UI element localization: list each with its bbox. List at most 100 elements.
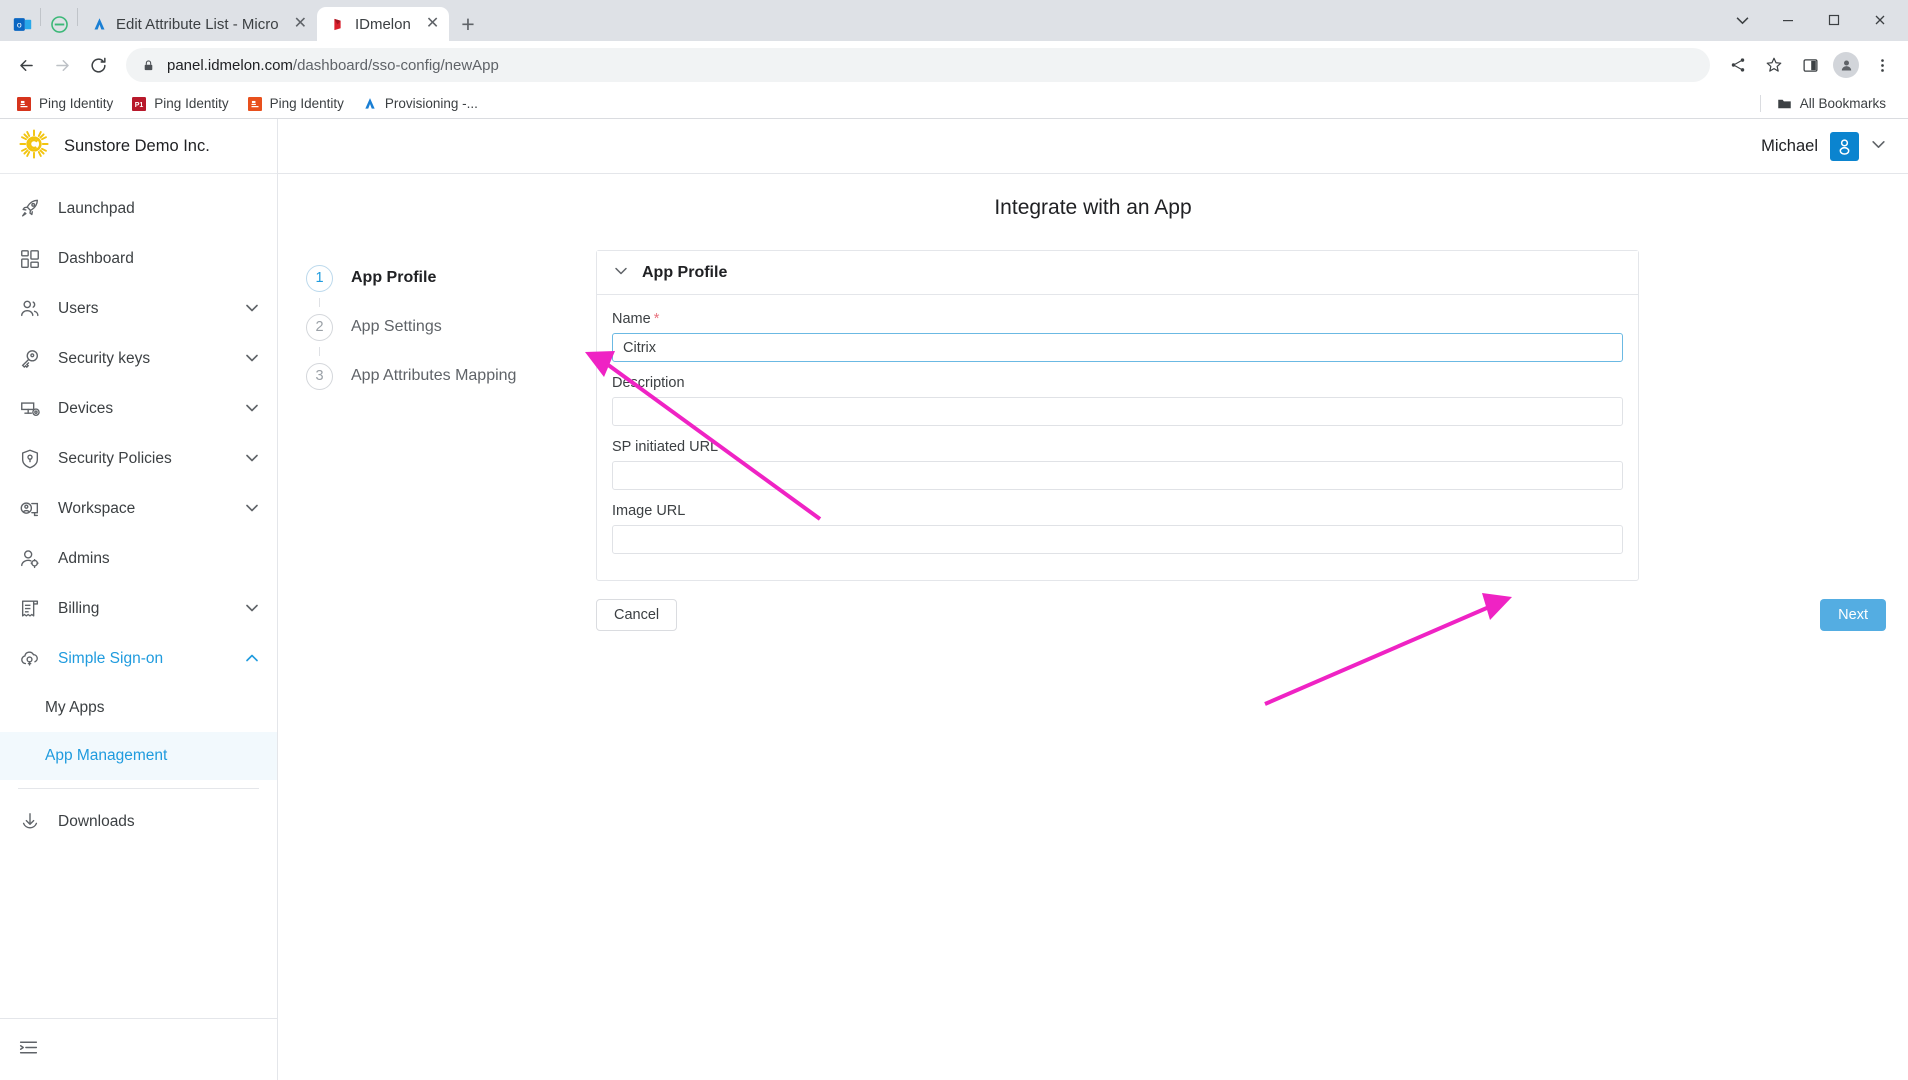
sidebar-item-label: Launchpad — [58, 200, 135, 217]
field-name: Name * — [612, 311, 1623, 362]
close-icon[interactable]: ✕ — [426, 16, 439, 32]
share-icon[interactable] — [1722, 49, 1754, 81]
chevron-down-icon[interactable] — [245, 401, 259, 418]
signon-icon — [18, 647, 42, 671]
sidebar-nav: Launchpad Dashboard Users Security keys … — [0, 174, 277, 1018]
app-profile-card: App Profile Name* Description — [596, 250, 1639, 581]
field-label: Name * — [612, 311, 1623, 327]
required-asterisk: * — [653, 311, 660, 327]
step-app-attributes-mapping[interactable]: 3 App Attributes Mapping — [306, 356, 596, 396]
all-bookmarks-label: All Bookmarks — [1799, 96, 1886, 111]
search-tabs-icon[interactable] — [1720, 5, 1764, 35]
sidebar-item-billing[interactable]: Billing — [0, 584, 277, 634]
step-app-settings[interactable]: 2 App Settings — [306, 307, 596, 347]
side-panel-icon[interactable] — [1794, 49, 1826, 81]
sidebar-item-label: Security Policies — [58, 450, 172, 467]
back-arrow-icon[interactable] — [10, 49, 42, 81]
close-window-button[interactable] — [1858, 5, 1902, 35]
bookmark-label: Ping Identity — [269, 96, 344, 111]
sidebar-item-users[interactable]: Users — [0, 284, 277, 334]
tab-title: IDmelon — [354, 15, 411, 33]
url-path: /dashboard/sso-config/newApp — [292, 56, 499, 74]
next-button[interactable]: Next — [1820, 599, 1886, 631]
user-name: Michael — [1761, 136, 1818, 155]
step-label: App Profile — [351, 269, 437, 286]
field-label-text: Name — [612, 311, 651, 327]
sidebar-item-label: Admins — [58, 550, 110, 567]
sidebar-item-my-apps[interactable]: My Apps — [0, 684, 277, 732]
all-bookmarks-button[interactable]: All Bookmarks — [1769, 93, 1894, 115]
admin-icon — [18, 547, 42, 571]
chevron-down-icon[interactable] — [245, 451, 259, 468]
description-input[interactable] — [612, 397, 1623, 426]
sidebar-item-launchpad[interactable]: Launchpad — [0, 184, 277, 234]
sidebar-item-security-keys[interactable]: Security keys — [0, 334, 277, 384]
sidebar-item-simple-sign-on[interactable]: Simple Sign-on — [0, 634, 277, 684]
image-url-input[interactable] — [612, 525, 1623, 554]
collapse-sidebar-icon[interactable] — [18, 1037, 39, 1063]
sidebar-footer — [0, 1018, 277, 1080]
chevron-down-icon[interactable] — [245, 501, 259, 518]
key-icon — [18, 347, 42, 371]
minimize-button[interactable] — [1766, 5, 1810, 35]
step-label: App Settings — [351, 318, 442, 335]
card-header[interactable]: App Profile — [597, 251, 1638, 295]
reload-icon[interactable] — [82, 49, 114, 81]
bookmark-label: Provisioning -... — [384, 96, 478, 111]
users-icon — [18, 297, 42, 321]
bookmark-ping-identity-3[interactable]: Ping Identity — [239, 93, 352, 115]
forward-arrow-icon[interactable] — [46, 49, 78, 81]
step-connector — [319, 298, 320, 307]
idmelon-icon — [330, 16, 346, 32]
bookmark-ping-identity-2[interactable]: P1 Ping Identity — [123, 93, 236, 115]
pinned-tab-outlook[interactable]: o — [4, 7, 40, 41]
bookmark-star-icon[interactable] — [1758, 49, 1790, 81]
sidebar-item-dashboard[interactable]: Dashboard — [0, 234, 277, 284]
sidebar-item-app-management[interactable]: App Management — [0, 732, 277, 780]
chevron-down-icon[interactable] — [245, 301, 259, 318]
bookmark-ping-identity-1[interactable]: Ping Identity — [8, 93, 121, 115]
chrome-menu-icon[interactable] — [1866, 49, 1898, 81]
chevron-down-icon[interactable] — [245, 601, 259, 618]
application-body: Sunstore Demo Inc. Launchpad Dashboard U… — [0, 119, 1908, 1080]
sidebar-item-label: Security keys — [58, 350, 151, 367]
chevron-up-icon[interactable] — [245, 651, 259, 668]
browser-tab-idmelon[interactable]: IDmelon ✕ — [316, 7, 450, 41]
sidebar-item-security-policies[interactable]: Security Policies — [0, 434, 277, 484]
bookmark-provisioning[interactable]: Provisioning -... — [354, 93, 486, 115]
cancel-button[interactable]: Cancel — [596, 599, 678, 631]
sidebar-item-label: Devices — [58, 400, 114, 417]
name-input[interactable] — [612, 333, 1623, 362]
ping-identity-p1-icon: P1 — [131, 96, 147, 112]
address-bar[interactable]: panel.idmelon.com/dashboard/sso-config/n… — [126, 48, 1710, 82]
bookmarks-bar-right: All Bookmarks — [1759, 93, 1900, 115]
pinned-tab-opera[interactable] — [41, 7, 77, 41]
field-image-url: Image URL — [612, 503, 1623, 554]
sidebar-item-label: Downloads — [58, 813, 135, 830]
stepper: 1 App Profile 2 App Settings 3 App Attri… — [306, 250, 596, 581]
folder-icon — [1777, 96, 1793, 112]
bookmark-label: Ping Identity — [154, 96, 229, 111]
browser-tab-edit-attribute-list[interactable]: Edit Attribute List - Micro ✕ — [78, 7, 317, 41]
step-app-profile[interactable]: 1 App Profile — [306, 258, 596, 298]
step-number: 2 — [306, 313, 333, 341]
field-label: Description — [612, 375, 685, 391]
sidebar-item-admins[interactable]: Admins — [0, 534, 277, 584]
sidebar-item-label: Workspace — [58, 500, 136, 517]
profile-icon[interactable] — [1830, 49, 1862, 81]
chevron-down-icon[interactable] — [1871, 137, 1886, 155]
sidebar-item-downloads[interactable]: Downloads — [0, 797, 277, 847]
sidebar-subitem-label: My Apps — [45, 699, 105, 716]
avatar[interactable] — [1830, 131, 1859, 161]
close-icon[interactable]: ✕ — [294, 16, 307, 32]
chevron-down-icon[interactable] — [245, 351, 259, 368]
new-tab-button[interactable]: + — [461, 13, 474, 36]
sidebar-item-devices[interactable]: Devices — [0, 384, 277, 434]
brand-name: Sunstore Demo Inc. — [64, 136, 210, 155]
sidebar-item-label: Dashboard — [58, 250, 134, 267]
field-label: Image URL — [612, 503, 686, 519]
sp-initiated-url-input[interactable] — [612, 461, 1623, 490]
maximize-button[interactable] — [1812, 5, 1856, 35]
chevron-down-icon[interactable] — [614, 264, 628, 281]
sidebar-item-workspace[interactable]: Workspace — [0, 484, 277, 534]
